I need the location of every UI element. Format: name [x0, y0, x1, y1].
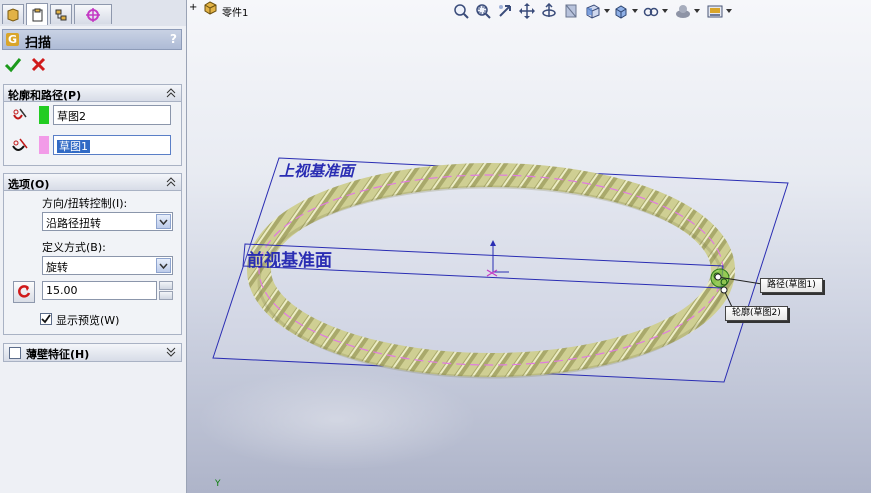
profile-sketch-icon [13, 108, 27, 120]
display-style-icon[interactable] [613, 3, 629, 19]
rotate-icon[interactable] [541, 3, 557, 19]
graphics-viewport[interactable]: 上视基准面 前视基准面 路径(草图1) 轮廓(草图2) + 零件1 Y [187, 0, 871, 493]
chevron-down-icon [159, 219, 168, 226]
ok-button[interactable] [4, 56, 22, 74]
view-orientation-icon[interactable] [585, 3, 601, 19]
edit-appearance-icon[interactable] [675, 3, 691, 19]
scene-glow [197, 370, 477, 470]
check-icon [4, 58, 22, 73]
path-selection-box[interactable]: 草图1 [53, 135, 171, 155]
twist-angle-input[interactable]: 15.00 [42, 281, 157, 300]
tab-dimxpert[interactable] [74, 4, 112, 24]
sweep-feature-icon: G [6, 33, 19, 46]
define-by-value: 旋转 [46, 261, 68, 274]
stepper-up[interactable] [159, 281, 173, 290]
front-plane-label: 前视基准面 [247, 251, 332, 271]
thin-feature-checkbox[interactable] [9, 347, 21, 359]
path-callout-anchor [714, 273, 722, 281]
hide-show-dropdown[interactable] [662, 9, 668, 13]
options-group-body: 方向/扭转控制(I): 沿路径扭转 定义方式(B): 旋转 15.00 显示预览… [3, 191, 182, 335]
part-name[interactable]: 零件1 [222, 4, 248, 19]
cancel-button[interactable] [30, 56, 48, 74]
feature-title-bar: G 扫描 ? [2, 29, 182, 51]
orientation-value: 沿路径扭转 [46, 217, 101, 230]
path-row: 草图1 [4, 133, 183, 157]
display-style-dropdown[interactable] [632, 9, 638, 13]
chevron-up-icon [166, 88, 176, 98]
previous-view-icon[interactable] [497, 3, 513, 19]
path-value: 草图1 [57, 140, 90, 153]
top-plane-label: 上视基准面 [279, 162, 355, 180]
apply-scene-dropdown[interactable] [726, 9, 732, 13]
profile-callout[interactable]: 轮廓(草图2) [725, 306, 788, 321]
panel-tabs [0, 0, 186, 26]
tab-feature-tree[interactable] [2, 4, 24, 24]
define-by-label: 定义方式(B): [42, 241, 106, 254]
part-icon [204, 1, 217, 15]
profile-path-group-body: 草图2 草图1 [3, 102, 182, 166]
zoom-to-fit-icon[interactable] [453, 3, 469, 19]
help-button[interactable]: ? [170, 32, 177, 46]
define-by-dropdown[interactable]: 旋转 [42, 256, 173, 275]
hide-show-icon[interactable] [643, 3, 659, 19]
orientation-dropdown[interactable]: 沿路径扭转 [42, 212, 173, 231]
tree-expand-toggle[interactable]: + [189, 2, 197, 13]
profile-value: 草图2 [57, 110, 86, 123]
show-preview-label: 显示预览(W) [56, 314, 120, 327]
tab-configuration[interactable] [50, 4, 72, 24]
stepper-down[interactable] [159, 291, 173, 300]
group-title: 轮廓和路径(P) [8, 89, 82, 102]
path-sketch-icon [12, 138, 28, 151]
apply-scene-icon[interactable] [707, 3, 723, 19]
reverse-direction-button[interactable] [13, 281, 35, 303]
chevron-up-icon [166, 177, 176, 187]
feature-title: 扫描 [25, 36, 52, 51]
property-manager-icon [32, 8, 43, 21]
reverse-direction-icon [18, 285, 31, 298]
heads-up-view-toolbar [453, 1, 863, 23]
axis-y-label: Y [215, 479, 221, 489]
twist-angle-value: 15.00 [46, 284, 78, 297]
options-group-header[interactable]: 选项(O) [3, 173, 182, 191]
profile-path-group-header[interactable]: 轮廓和路径(P) [3, 84, 182, 102]
group-title: 选项(O) [8, 178, 50, 191]
path-callout[interactable]: 路径(草图1) [760, 278, 823, 293]
x-icon [31, 57, 46, 72]
property-manager-panel: G 扫描 ? 轮廓和路径(P) 草图2 草图1 选项(O) 方向/扭转控制(I)… [0, 0, 187, 493]
configuration-icon [55, 9, 67, 20]
section-view-icon[interactable] [563, 3, 579, 19]
dropdown-arrow[interactable] [156, 214, 171, 229]
profile-callout-anchor [720, 286, 728, 294]
orientation-label: 方向/扭转控制(I): [42, 197, 128, 210]
profile-selection-box[interactable]: 草图2 [53, 105, 171, 125]
chevron-down-icon [166, 347, 176, 357]
checkmark-icon [41, 314, 51, 324]
profile-color-swatch [39, 106, 49, 124]
thin-feature-group-header[interactable]: 薄壁特征(H) [3, 343, 182, 362]
path-color-swatch [39, 136, 49, 154]
twist-angle-stepper[interactable] [159, 281, 173, 300]
dimxpert-icon [86, 7, 100, 22]
chevron-down-icon [159, 263, 168, 270]
feature-tree-icon [7, 7, 19, 22]
pan-icon[interactable] [519, 3, 535, 19]
dropdown-arrow[interactable] [156, 258, 171, 273]
view-orientation-dropdown[interactable] [604, 9, 610, 13]
group-title: 薄壁特征(H) [26, 348, 90, 361]
profile-row: 草图2 [4, 103, 183, 127]
tab-property-manager[interactable] [26, 3, 48, 25]
show-preview-checkbox[interactable] [40, 313, 52, 325]
edit-appearance-dropdown[interactable] [694, 9, 700, 13]
zoom-area-icon[interactable] [475, 3, 491, 19]
